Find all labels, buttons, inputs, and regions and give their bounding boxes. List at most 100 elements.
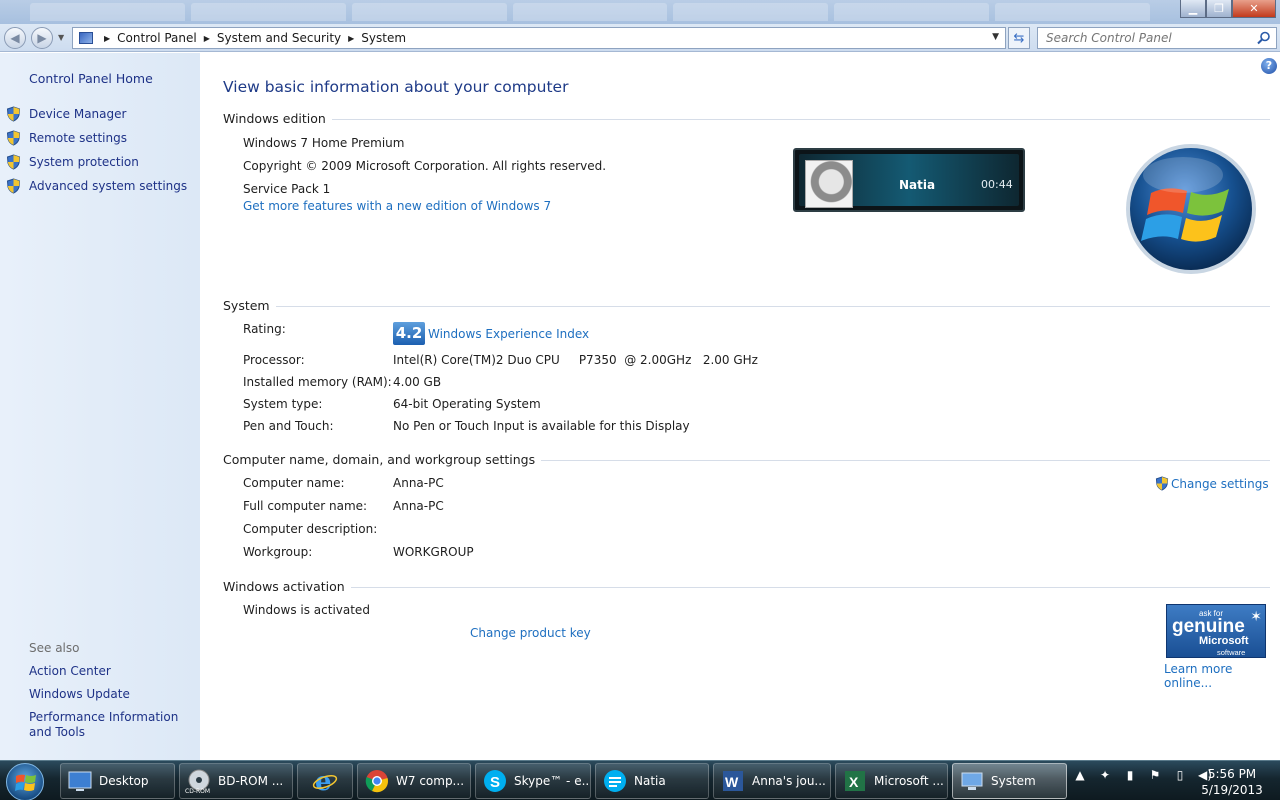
forward-button[interactable]: ▶ — [31, 27, 53, 49]
star-icon: ✶ — [1250, 608, 1262, 624]
experience-index-link[interactable]: Windows Experience Index — [428, 327, 589, 341]
back-button[interactable]: ◀ — [4, 27, 26, 49]
title-bar: ▁ ❐ ✕ — [0, 0, 1280, 24]
search-input[interactable] — [1038, 28, 1248, 48]
background-tabs — [30, 3, 1151, 21]
breadcrumb-system[interactable]: System — [361, 31, 406, 45]
svg-text:W: W — [725, 774, 739, 790]
breadcrumb-control-panel[interactable]: Control Panel — [117, 31, 197, 45]
sidebar: Control Panel Home Device Manager Remote… — [0, 53, 200, 760]
section-computer-name: Computer name, domain, and workgroup set… — [223, 451, 1270, 467]
show-hidden-icons-icon[interactable]: ▲ — [1072, 767, 1088, 783]
section-divider — [350, 587, 1270, 588]
experience-index-badge[interactable]: 4.2 — [393, 322, 425, 345]
taskbar-item-internet-explorer[interactable]: e — [297, 763, 353, 799]
refresh-button[interactable]: ⇆ — [1008, 27, 1030, 49]
sidebar-item-performance-information[interactable]: Performance Information and Tools — [29, 710, 194, 740]
window-controls: ▁ ❐ ✕ — [1180, 0, 1276, 18]
network-icon[interactable]: ▮ — [1122, 767, 1138, 783]
computer-name-label: Computer name: — [243, 476, 345, 490]
sidebar-item-windows-update[interactable]: Windows Update — [29, 687, 194, 702]
chevron-down-icon[interactable]: ▼ — [992, 32, 999, 42]
cd-rom-badge: CD-ROM — [185, 788, 211, 795]
sidebar-item-remote-settings[interactable]: Remote settings — [6, 130, 127, 146]
system-type-value: 64-bit Operating System — [393, 397, 541, 411]
section-title: Computer name, domain, and workgroup set… — [223, 451, 536, 467]
search-icon[interactable] — [1257, 31, 1271, 45]
genuine-microsoft: Microsoft — [1199, 635, 1249, 647]
taskbar-item-word[interactable]: W Anna's jou... — [713, 763, 831, 799]
taskbar-item-natia[interactable]: Natia — [595, 763, 709, 799]
windows-flag-icon — [15, 774, 36, 791]
skype-icon: S — [484, 770, 506, 792]
desktop-icon — [68, 771, 92, 791]
sidebar-item-advanced-system-settings[interactable]: Advanced system settings — [6, 178, 187, 194]
media-widget-panel: Natia 00:44 — [799, 154, 1019, 208]
shield-icon — [6, 130, 21, 146]
section-title: System — [223, 297, 270, 313]
breadcrumb[interactable]: ▶ Control Panel ▶ System and Security ▶ … — [72, 27, 1006, 49]
processor-value: Intel(R) Core(TM)2 Duo CPU P7350 @ 2.00G… — [393, 353, 758, 367]
sidebar-item-action-center[interactable]: Action Center — [29, 664, 194, 679]
change-settings-link[interactable]: Change settings — [1155, 476, 1269, 491]
maximize-button[interactable]: ❐ — [1206, 0, 1232, 18]
windows-logo-icon — [1126, 144, 1256, 274]
recent-pages-icon[interactable]: ▼ — [58, 33, 64, 42]
pen-touch-label: Pen and Touch: — [243, 419, 334, 433]
section-windows-activation: Windows activation — [223, 578, 1270, 594]
sidebar-item-system-protection[interactable]: System protection — [6, 154, 139, 170]
taskbar-item-chrome[interactable]: W7 comp... — [357, 763, 471, 799]
word-icon: W — [723, 771, 743, 791]
chrome-icon — [365, 770, 388, 793]
address-bar: ◀ ▶ ▼ ▶ Control Panel ▶ System and Secur… — [0, 24, 1280, 52]
section-divider — [275, 306, 1270, 307]
taskbar-label: Desktop — [99, 774, 149, 788]
taskbar-item-system[interactable]: System — [952, 763, 1067, 799]
memory-value: 4.00 GB — [393, 375, 442, 389]
page-title: View basic information about your comput… — [223, 78, 569, 96]
section-divider — [541, 460, 1270, 461]
clock-time: 5:56 PM — [1207, 767, 1257, 781]
taskbar-label: W7 comp... — [396, 774, 465, 788]
learn-more-online-link[interactable]: Learn more online... — [1164, 662, 1280, 690]
full-computer-name-value: Anna-PC — [393, 499, 444, 513]
sidebar-item-device-manager[interactable]: Device Manager — [6, 106, 126, 122]
close-button[interactable]: ✕ — [1232, 0, 1276, 18]
section-windows-edition: Windows edition — [223, 110, 1270, 126]
taskbar-item-bd-rom[interactable]: BD-ROM ... CD-ROM — [179, 763, 293, 799]
upgrade-edition-link[interactable]: Get more features with a new edition of … — [243, 199, 551, 213]
media-widget[interactable]: Natia 00:44 — [793, 148, 1025, 212]
shield-icon — [6, 154, 21, 170]
taskbar-label: BD-ROM ... — [218, 774, 284, 788]
minimize-button[interactable]: ▁ — [1180, 0, 1206, 18]
taskbar-item-skype[interactable]: S Skype™ - e... — [475, 763, 591, 799]
start-button[interactable] — [6, 763, 44, 800]
excel-icon: X — [845, 771, 865, 791]
taskbar-label: System — [991, 774, 1036, 788]
copyright-text: Copyright © 2009 Microsoft Corporation. … — [243, 159, 607, 173]
chevron-right-icon[interactable]: ▶ — [204, 34, 210, 43]
action-center-flag-icon[interactable]: ⚑ — [1147, 767, 1163, 783]
clock[interactable]: 5:56 PM 5/19/2013 — [1192, 766, 1272, 798]
section-system: System — [223, 297, 1270, 313]
change-product-key-link[interactable]: Change product key — [470, 626, 591, 640]
chevron-right-icon[interactable]: ▶ — [348, 34, 354, 43]
dropbox-icon[interactable]: ✦ — [1097, 767, 1113, 783]
help-icon[interactable]: ? — [1261, 58, 1277, 74]
sidebar-control-panel-home[interactable]: Control Panel Home — [29, 71, 153, 86]
service-pack-text: Service Pack 1 — [243, 182, 331, 196]
genuine-microsoft-badge[interactable]: ask for genuine Microsoft software ✶ — [1166, 604, 1266, 658]
pen-touch-value: No Pen or Touch Input is available for t… — [393, 419, 690, 433]
memory-label: Installed memory (RAM): — [243, 375, 392, 389]
shield-icon — [6, 106, 21, 122]
section-divider — [331, 119, 1270, 120]
taskbar-item-desktop[interactable]: Desktop — [60, 763, 175, 799]
taskbar-label: Anna's jou... — [752, 774, 826, 788]
breadcrumb-system-and-security[interactable]: System and Security — [217, 31, 341, 45]
taskbar-item-excel[interactable]: X Microsoft ... — [835, 763, 948, 799]
computer-name-value: Anna-PC — [393, 476, 444, 490]
search-box[interactable] — [1037, 27, 1277, 49]
computer-description-label: Computer description: — [243, 522, 378, 536]
power-icon[interactable]: ▯ — [1172, 767, 1188, 783]
chevron-right-icon[interactable]: ▶ — [104, 34, 110, 43]
